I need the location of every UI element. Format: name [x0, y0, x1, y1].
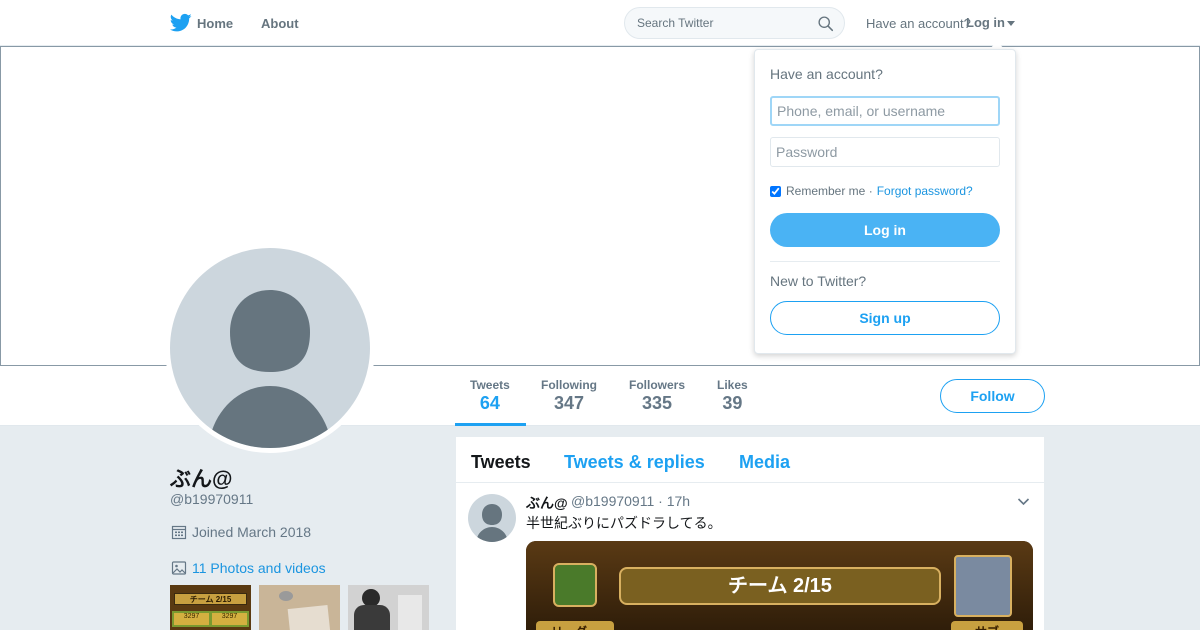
thumb-person-body — [354, 605, 390, 630]
photos-videos-link[interactable]: 11 Photos and videos — [192, 560, 326, 576]
tweet-author-name[interactable]: ぶん@ — [526, 493, 568, 513]
forgot-password-link[interactable]: Forgot password? — [877, 184, 973, 198]
media-leader-label: リーダー — [536, 621, 614, 630]
stat-label: Likes — [717, 378, 748, 392]
stat-value: 64 — [479, 393, 500, 413]
username-field[interactable] — [770, 96, 1000, 126]
stat-following[interactable]: Following 347 — [541, 378, 597, 414]
nav-home-link[interactable]: Home — [197, 16, 233, 31]
nav-about-link[interactable]: About — [261, 16, 299, 31]
thumb-paper — [287, 604, 331, 630]
thumb-value: 3297 — [174, 613, 209, 625]
chevron-down-icon[interactable] — [1017, 495, 1030, 508]
tweet-text: 半世紀ぶりにパズドラしてる。 — [526, 515, 722, 531]
joined-date: Joined March 2018 — [192, 524, 312, 540]
tab-tweets[interactable]: Tweets — [471, 452, 531, 473]
tweet-media-image[interactable]: チーム 2/15 リーダー サブ — [526, 541, 1033, 630]
avatar-silhouette-icon — [476, 504, 508, 542]
default-avatar-icon — [170, 248, 370, 448]
media-hand-icon — [553, 563, 597, 607]
twitter-bird-icon[interactable] — [170, 13, 192, 33]
timeline: Tweets Tweets & replies Media ぶん@ @b1997… — [456, 437, 1044, 630]
caret-down-icon — [1007, 21, 1015, 27]
stat-label: Following — [541, 378, 597, 392]
tweet-meta[interactable]: @b19970911 · 17h — [571, 493, 690, 509]
have-account-text: Have an account? — [866, 16, 971, 31]
thumb-object — [279, 591, 293, 601]
active-tab-underline — [455, 423, 526, 426]
media-thumbnail[interactable] — [259, 585, 340, 630]
signup-button[interactable]: Sign up — [770, 301, 1000, 335]
stat-likes[interactable]: Likes 39 — [717, 378, 748, 414]
image-icon — [171, 561, 187, 575]
search-icon[interactable] — [817, 15, 834, 32]
media-sub-label: サブ — [951, 621, 1023, 630]
login-dropdown-toggle[interactable]: Log in — [966, 15, 1015, 30]
divider — [770, 261, 1000, 262]
stat-value: 39 — [722, 393, 743, 413]
follow-button[interactable]: Follow — [940, 379, 1045, 413]
stat-tweets[interactable]: Tweets 64 — [470, 378, 510, 414]
top-navigation-bar: Home About Have an account? Log in — [0, 0, 1200, 46]
thumb-value: 3297 — [212, 613, 247, 625]
login-link-label: Log in — [966, 15, 1005, 30]
media-team-label: チーム 2/15 — [619, 567, 941, 605]
stat-value: 347 — [553, 393, 585, 413]
stat-label: Tweets — [470, 378, 510, 392]
profile-handle[interactable]: @b19970911 — [170, 491, 253, 507]
remember-me-checkbox[interactable] — [770, 185, 781, 197]
search-box — [624, 7, 845, 39]
stat-followers[interactable]: Followers 335 — [629, 378, 685, 414]
stat-label: Followers — [629, 378, 686, 392]
avatar-silhouette-icon — [208, 290, 332, 448]
thumb-value-row: 3297 3297 — [172, 611, 249, 627]
profile-avatar[interactable] — [165, 243, 375, 453]
thumb-background — [398, 595, 422, 630]
tab-tweets-replies[interactable]: Tweets & replies — [564, 452, 705, 473]
login-button[interactable]: Log in — [770, 213, 1000, 247]
new-to-twitter-text: New to Twitter? — [770, 273, 867, 289]
profile-name[interactable]: ぶん@ — [170, 463, 232, 493]
calendar-icon — [171, 525, 187, 540]
media-thumbnail[interactable] — [348, 585, 429, 630]
media-thumbnail[interactable]: チーム 2/15 3297 3297 — [170, 585, 251, 630]
tweet-avatar[interactable] — [468, 494, 516, 542]
password-field[interactable] — [770, 137, 1000, 167]
stat-value: 335 — [641, 393, 673, 413]
media-character-icon — [954, 555, 1012, 617]
remember-me-label: Remember me · — [786, 184, 873, 198]
login-dropdown: Have an account? Remember me · Forgot pa… — [754, 49, 1016, 354]
thumb-team-label: チーム 2/15 — [174, 593, 247, 605]
tab-media[interactable]: Media — [739, 452, 790, 473]
timeline-tabs: Tweets Tweets & replies Media — [456, 437, 1044, 483]
remember-me-row: Remember me · Forgot password? — [770, 184, 973, 198]
search-input[interactable] — [625, 8, 805, 38]
login-dropdown-title: Have an account? — [770, 66, 883, 82]
